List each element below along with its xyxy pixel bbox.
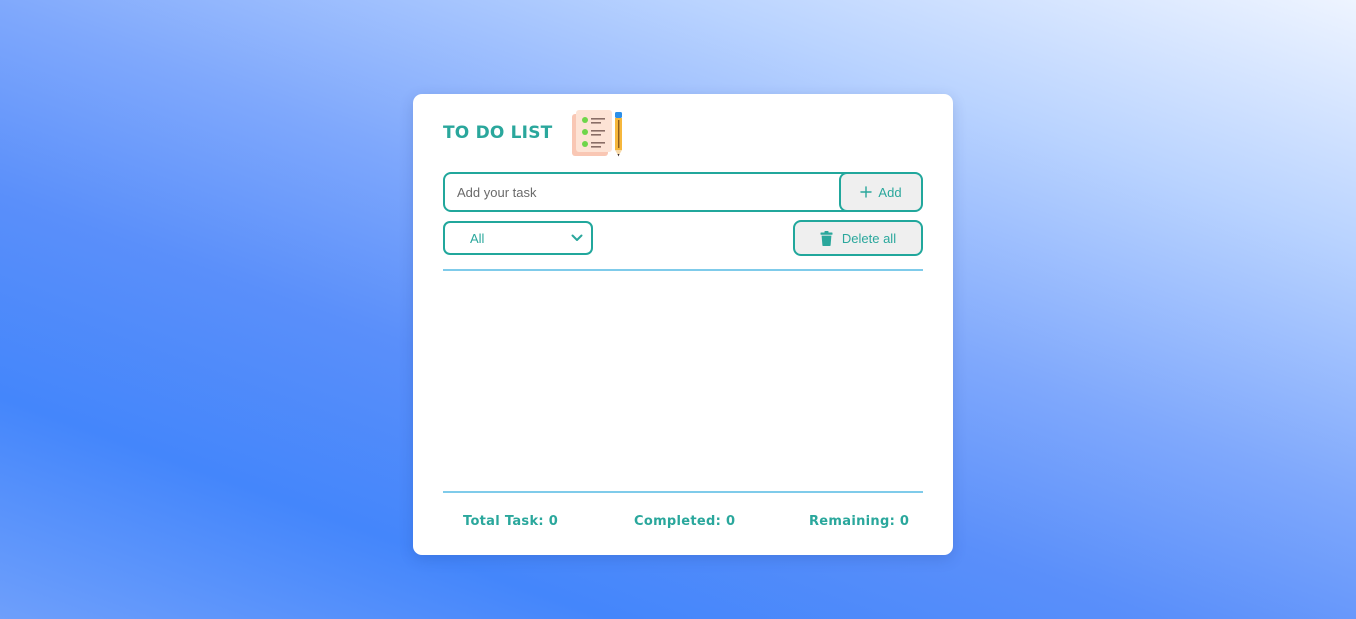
delete-all-label: Delete all [841,230,897,246]
plus-icon [860,186,873,198]
delete-all-button[interactable]: Delete all [793,220,923,256]
checklist-pencil-icon [572,110,623,157]
total-task-stat: Total Task: 0 [463,514,558,529]
filter-select[interactable]: All [443,221,593,255]
completed-value: 0 [725,514,736,529]
list-top-divider [443,269,923,271]
stats-bar: Total Task: 0 Completed: 0 Remaining: 0 [443,514,923,534]
chevron-down-icon [571,234,583,241]
header: TO DO LIST [443,108,624,158]
add-button[interactable]: Add [839,172,923,212]
completed-label: Completed: [634,514,722,529]
trash-icon [820,230,833,246]
completed-stat: Completed: 0 [634,514,735,529]
remaining-value: 0 [899,514,910,529]
app-title: TO DO LIST [443,123,553,143]
filter-selected-value: All [470,230,485,246]
remaining-stat: Remaining: 0 [809,514,909,529]
remaining-label: Remaining: [809,514,896,529]
total-task-value: 0 [548,514,559,529]
task-list [443,272,923,490]
list-bottom-divider [443,491,923,493]
todo-card: TO DO LIST Add All [413,94,953,555]
add-button-label: Add [878,184,902,200]
total-task-label: Total Task: [463,514,544,529]
task-input[interactable] [443,172,862,212]
